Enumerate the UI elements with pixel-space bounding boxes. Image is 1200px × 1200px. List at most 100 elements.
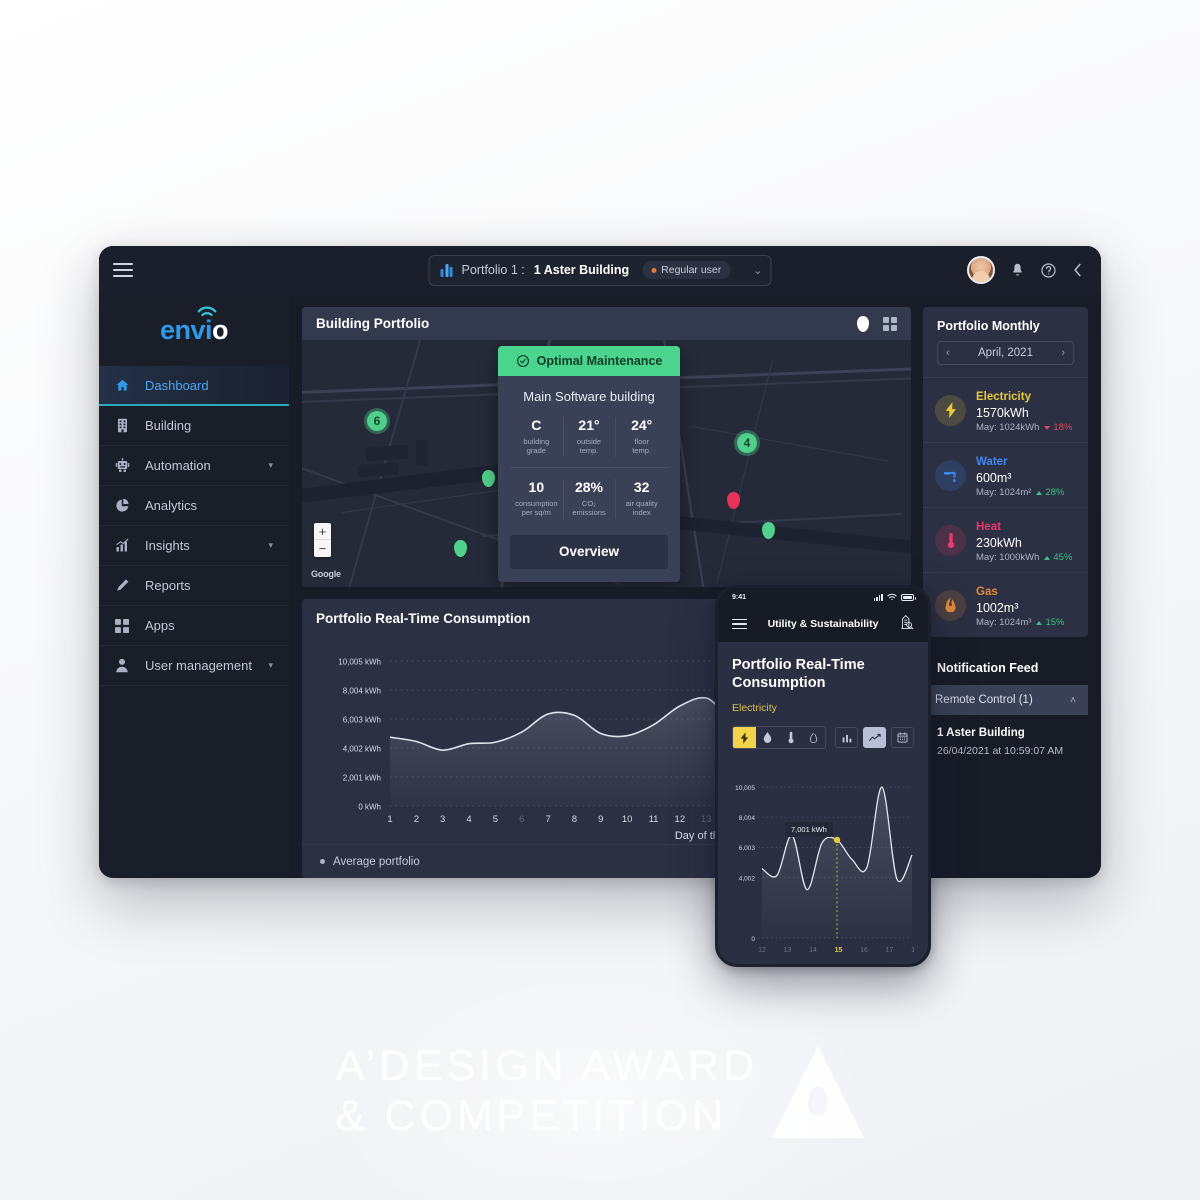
flame-icon [935, 589, 966, 621]
google-attribution: Google [311, 569, 341, 579]
map-card-header: Building Portfolio [302, 307, 911, 340]
feed-item[interactable]: 1 Aster Building 26/04/2021 at 10:59:07 … [923, 715, 1088, 757]
map-marker[interactable] [454, 540, 467, 557]
utility-row-water[interactable]: Water 600m³ May: 1024m² 28% [923, 442, 1088, 507]
chevron-right-icon[interactable]: › [1061, 347, 1065, 359]
overview-button[interactable]: Overview [510, 534, 668, 569]
signal-icon [873, 593, 883, 601]
map-zoom-controls[interactable]: + − [314, 523, 331, 557]
help-circle-icon[interactable] [1040, 262, 1057, 279]
phone-x-axis-tick: 16 [860, 947, 868, 954]
water-drop-icon[interactable] [756, 727, 779, 748]
phone-y-axis-tick: 6,003 [739, 845, 756, 852]
map-pin-icon[interactable] [857, 315, 869, 332]
phone-x-axis-tick: 13 [784, 947, 792, 954]
sidebar-item-apps[interactable]: Apps [99, 606, 289, 646]
sidebar-item-building[interactable]: Building [99, 406, 289, 446]
sidebar: envio Dashboard Building Automation ▾ An… [99, 294, 289, 878]
sidebar-item-insights[interactable]: Insights ▾ [99, 526, 289, 566]
sidebar-label-analytics: Analytics [145, 498, 198, 513]
x-axis-tick: 4 [466, 814, 471, 825]
sidebar-label-insights: Insights [145, 538, 190, 553]
pencil-icon [99, 578, 145, 593]
utility-value: 230kWh [976, 536, 1022, 550]
legend-label: Average portfolio [333, 855, 420, 868]
y-axis-tick: 10,005 kWh [338, 658, 381, 667]
utility-value: 1570kWh [976, 406, 1029, 420]
x-axis-tick: 6 [519, 814, 524, 825]
x-axis-tick: 13 [701, 814, 712, 825]
faucet-icon [935, 459, 966, 491]
robot-icon [99, 458, 145, 473]
top-bar: Portfolio 1 : 1 Aster Building Regular u… [99, 246, 1101, 294]
y-axis-tick: 0 kWh [358, 803, 381, 812]
line-chart-icon[interactable] [863, 727, 886, 749]
sidebar-label-apps: Apps [145, 618, 175, 633]
phone-clock: 9:41 [732, 593, 747, 601]
sidebar-item-reports[interactable]: Reports [99, 566, 289, 606]
grid-icon [99, 618, 145, 633]
map-cluster-marker[interactable]: 6 [364, 408, 390, 434]
phone-toolbar [732, 726, 914, 750]
phone-y-axis-tick: 0 [751, 936, 755, 943]
utility-name: Water [976, 456, 1008, 468]
feed-item-date: 26/04/2021 at 10:59:07 AM [937, 745, 1064, 757]
stat-consumption: 10 consumption per sq/m [515, 478, 558, 518]
portfolio-monthly-title: Portfolio Monthly [937, 319, 1040, 333]
utility-delta: 18% [1044, 422, 1072, 433]
hamburger-icon[interactable] [732, 618, 747, 630]
zoom-in-button[interactable]: + [314, 523, 331, 540]
hamburger-icon[interactable] [113, 263, 133, 277]
building-portfolio-card: Building Portfolio 6 4 + − Google Optima… [302, 307, 911, 587]
sidebar-item-automation[interactable]: Automation ▾ [99, 446, 289, 486]
chevron-left-icon[interactable] [1072, 262, 1083, 278]
calendar-icon[interactable] [891, 727, 914, 749]
sidebar-caret-user-management[interactable]: ▾ [268, 660, 273, 671]
popup-stats-bottom: 10 consumption per sq/m 28% CO₂ emission… [510, 468, 668, 529]
phone-highlight-point[interactable] [833, 836, 841, 844]
map-canvas[interactable]: 6 4 + − Google Optimal Maintenance Main … [302, 340, 911, 587]
bolt-icon[interactable] [733, 727, 756, 749]
role-badge: Regular user [642, 261, 731, 279]
utility-row-heat[interactable]: Heat 230kWh May: 1000kWh 45% [923, 507, 1088, 572]
sidebar-caret-automation[interactable]: ▾ [268, 460, 273, 471]
chevron-up-icon[interactable]: ˄ [1070, 695, 1076, 706]
home-icon [99, 378, 145, 393]
map-marker[interactable] [482, 470, 495, 487]
phone-chart[interactable]: 10,005 8,004 6,003 4,002 012 13 14 15 16 17 18 7,00… [732, 761, 919, 964]
avatar[interactable] [967, 256, 995, 284]
portfolio-prefix: Portfolio 1 : [461, 263, 525, 277]
popup-status-banner: Optimal Maintenance [498, 346, 680, 376]
x-axis-tick: 10 [622, 814, 633, 825]
x-axis-tick: 12 [675, 814, 686, 825]
building-search-icon[interactable] [899, 614, 914, 635]
logo-part-3: o [212, 314, 229, 345]
flame-icon[interactable] [802, 727, 825, 748]
building-info-popup: Optimal Maintenance Main Software buildi… [498, 346, 680, 582]
feed-group-remote-control[interactable]: Remote Control (1) ˄ [923, 685, 1088, 715]
grid-view-icon[interactable] [883, 316, 897, 331]
portfolio-selector[interactable]: Portfolio 1 : 1 Aster Building Regular u… [428, 254, 772, 286]
phone-x-axis-tick: 14 [809, 947, 817, 954]
popup-building-name: Main Software building [523, 389, 655, 404]
x-axis-tick: 3 [440, 814, 445, 825]
month-navigator[interactable]: ‹ April, 2021 › [937, 341, 1074, 365]
thermometer-icon[interactable] [779, 727, 802, 748]
map-marker-alert[interactable] [727, 492, 740, 509]
sidebar-caret-insights[interactable]: ▾ [268, 540, 273, 551]
zoom-out-button[interactable]: − [314, 540, 331, 557]
sidebar-label-dashboard: Dashboard [145, 378, 209, 393]
map-cluster-marker[interactable]: 4 [734, 430, 760, 456]
sidebar-item-user-management[interactable]: User management ▾ [99, 646, 289, 686]
utility-value: 600m³ [976, 471, 1012, 485]
sidebar-item-dashboard[interactable]: Dashboard [99, 366, 289, 406]
popup-stats-top: C building grade 21° outside temp. 24° f… [510, 415, 668, 468]
bell-icon[interactable] [1010, 262, 1025, 278]
utility-row-gas[interactable]: Gas 1002m³ May: 1024m³ 15% [923, 572, 1088, 637]
utility-delta: 28% [1036, 487, 1064, 498]
sidebar-item-analytics[interactable]: Analytics [99, 486, 289, 526]
chevron-down-icon[interactable]: ⌄ [739, 264, 762, 277]
utility-row-electricity[interactable]: Electricity 1570kWh May: 1024kWh 18% [923, 377, 1088, 442]
bar-chart-icon[interactable] [835, 727, 858, 749]
sidebar-label-reports: Reports [145, 578, 191, 593]
